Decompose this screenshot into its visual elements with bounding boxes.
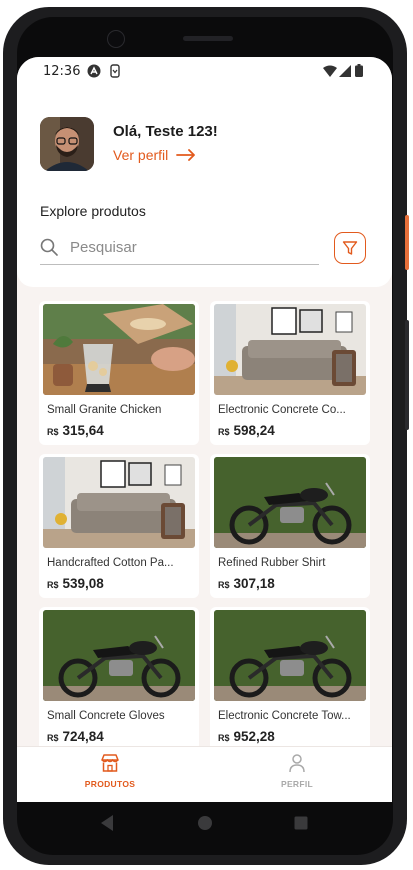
product-price: R$ 952,28 (218, 729, 275, 744)
status-bar: 12:36 (17, 57, 392, 87)
view-profile-label: Ver perfil (113, 147, 169, 163)
product-image-sofa (43, 457, 195, 548)
price-value: 952,28 (233, 729, 275, 744)
signal-icon (339, 65, 351, 81)
product-card[interactable]: Electronic Concrete Tow... R$ 952,28 (210, 607, 370, 751)
recents-icon[interactable] (293, 814, 309, 836)
currency-label: R$ (47, 733, 59, 743)
product-image-food-processor (43, 304, 195, 395)
product-price: R$ 315,64 (47, 423, 104, 438)
price-value: 598,24 (233, 423, 275, 438)
product-card[interactable]: Electronic Concrete Co... R$ 598,24 (210, 301, 370, 445)
power-button (405, 215, 409, 270)
product-price: R$ 598,24 (218, 423, 275, 438)
product-card[interactable]: Small Concrete Gloves R$ 724,84 (39, 607, 199, 751)
product-price: R$ 724,84 (47, 729, 104, 744)
view-profile-link[interactable]: Ver perfil (113, 147, 196, 163)
product-name: Refined Rubber Shirt (218, 557, 326, 569)
search-input[interactable] (68, 237, 302, 257)
greeting-text: Olá, Teste 123! (113, 123, 218, 140)
price-value: 315,64 (62, 423, 104, 438)
back-icon[interactable] (99, 814, 115, 836)
front-camera (107, 30, 125, 48)
currency-label: R$ (218, 580, 230, 590)
app-notification-icon (87, 64, 101, 82)
battery-icon (355, 64, 363, 81)
product-image-motorcycle (43, 610, 195, 701)
search-icon (40, 238, 58, 256)
product-image-sofa (214, 304, 366, 395)
nav-tab-profile-label: PERFIL (280, 779, 314, 789)
nav-tab-products-label: PRODUTOS (84, 779, 136, 789)
price-value: 307,18 (233, 576, 275, 591)
system-navigation-bar (17, 802, 392, 846)
earpiece-speaker (183, 36, 233, 41)
avatar[interactable] (40, 117, 94, 171)
product-price: R$ 539,08 (47, 576, 104, 591)
user-icon (289, 754, 305, 773)
search-bar (40, 230, 319, 265)
currency-label: R$ (218, 733, 230, 743)
product-card[interactable]: Handcrafted Cotton Pa... R$ 539,08 (39, 454, 199, 598)
product-name: Handcrafted Cotton Pa... (47, 557, 174, 569)
store-icon (101, 754, 119, 772)
product-price: R$ 307,18 (218, 576, 275, 591)
filter-icon (342, 241, 358, 255)
app-screen: 12:36 Olá, Teste 123! Ver perfil Explore… (17, 57, 392, 802)
filter-button[interactable] (334, 232, 366, 264)
price-value: 539,08 (62, 576, 104, 591)
product-name: Electronic Concrete Tow... (218, 710, 351, 722)
price-value: 724,84 (62, 729, 104, 744)
download-notification-icon (109, 64, 121, 82)
header-card: Olá, Teste 123! Ver perfil Explore produ… (17, 87, 392, 287)
bottom-navigation: PRODUTOS PERFIL (17, 746, 392, 802)
currency-label: R$ (218, 427, 230, 437)
wifi-icon (323, 65, 337, 81)
volume-button (405, 320, 409, 430)
product-card[interactable]: Refined Rubber Shirt R$ 307,18 (210, 454, 370, 598)
currency-label: R$ (47, 580, 59, 590)
explore-products-heading: Explore produtos (40, 203, 146, 219)
arrow-right-icon (176, 149, 196, 161)
product-name: Electronic Concrete Co... (218, 404, 346, 416)
product-card[interactable]: Small Granite Chicken R$ 315,64 (39, 301, 199, 445)
product-image-motorcycle (214, 610, 366, 701)
nav-tab-products[interactable]: PRODUTOS (50, 753, 170, 789)
currency-label: R$ (47, 427, 59, 437)
product-image-motorcycle (214, 457, 366, 548)
product-name: Small Granite Chicken (47, 404, 162, 416)
home-icon[interactable] (197, 814, 213, 836)
status-time: 12:36 (43, 64, 81, 79)
product-name: Small Concrete Gloves (47, 710, 165, 722)
nav-tab-profile[interactable]: PERFIL (237, 753, 357, 789)
